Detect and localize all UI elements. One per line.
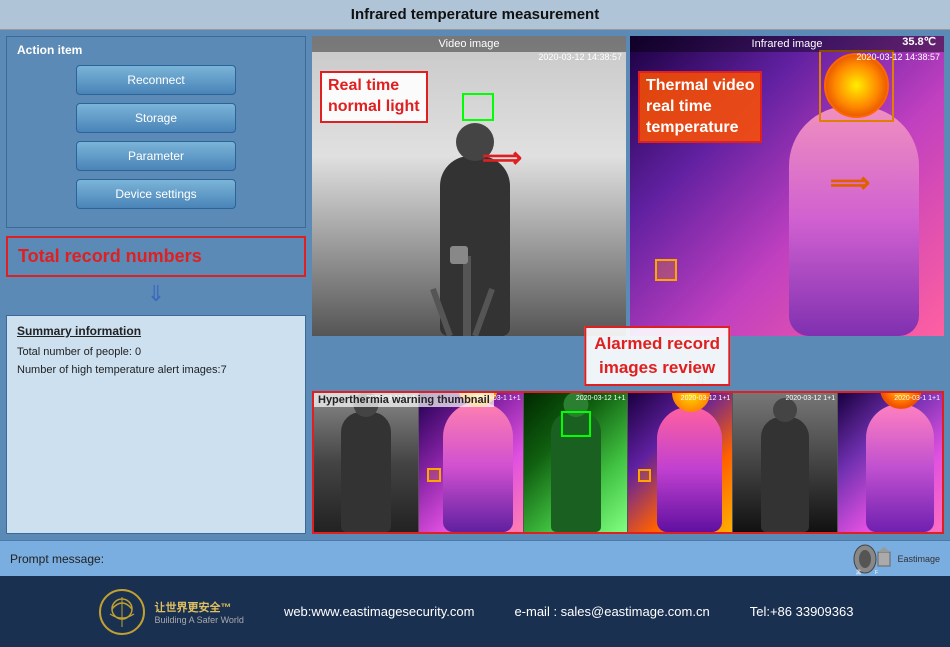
prompt-label: Prompt message:: [10, 552, 104, 566]
logo-area: 黑 F Eastimage: [853, 542, 940, 576]
footer: 让世界更安全™ Building A Safer World web:www.e…: [0, 576, 950, 647]
thumbnail-3[interactable]: 2020-03-12 1+1: [524, 393, 629, 532]
svg-text:F: F: [875, 570, 878, 576]
slogan-line2: Building A Safer World: [155, 615, 244, 625]
summary-box: Summary information Total number of peop…: [6, 315, 306, 534]
thumbnail-section-label: Hyperthermia warning thumbnail: [314, 393, 494, 407]
alarmed-annotation-wrapper: Alarmed recordimages review: [584, 326, 730, 386]
reconnect-button[interactable]: Reconnect: [76, 65, 236, 95]
alarmed-record-label: Alarmed recordimages review: [584, 326, 730, 386]
thermal-time-label: Thermal videoreal timetemperature: [638, 71, 762, 143]
device-settings-button[interactable]: Device settings: [76, 179, 236, 209]
video-timestamp-right: 2020-03-12 14:38:57: [856, 52, 940, 62]
thumbnail-6[interactable]: 2020-03-1 1+1: [838, 393, 942, 532]
thumbnail-5[interactable]: 2020-03-12 1+1: [733, 393, 838, 532]
camera-head: [450, 246, 468, 264]
middle-section: Alarmed recordimages review ⇓: [312, 336, 944, 391]
total-record-box: Total record numbers: [6, 236, 306, 277]
storage-button[interactable]: Storage: [76, 103, 236, 133]
orange-indicator: [655, 259, 677, 281]
temp-value: 35.8℃: [902, 36, 936, 48]
video-right-section: Infrared image 2020-03-12 14:38:57 35.8℃: [630, 36, 944, 336]
svg-text:黑: 黑: [856, 570, 861, 576]
action-item-title: Action item: [17, 43, 295, 57]
video-image-label: Video image: [439, 38, 500, 50]
thumb-ts-6: 2020-03-1 1+1: [894, 395, 940, 402]
face-detection-box: [462, 93, 494, 121]
video-row: Video image 2020-03-12 14:38:57: [312, 36, 944, 336]
eastimage-logo-icon: 黑 F: [853, 542, 893, 576]
real-time-label: Real timenormal light: [320, 71, 428, 123]
eastimage-logo-text: Eastimage: [897, 554, 940, 564]
total-record-arrow: ⇓: [6, 281, 306, 307]
slogan-line1: 让世界更安全™: [155, 599, 244, 615]
thumb-ts-4: 2020-03-12 1+1: [681, 395, 731, 402]
app-title: Infrared temperature measurement: [351, 6, 599, 23]
total-record-label: Total record numbers: [18, 246, 294, 267]
footer-logo: 让世界更安全™ Building A Safer World: [97, 587, 244, 637]
real-time-arrow: ⟹: [482, 141, 522, 174]
action-item-box: Action item Reconnect Storage Parameter …: [6, 36, 306, 228]
title-bar: Infrared temperature measurement: [0, 0, 950, 30]
thumbnail-2[interactable]: 2020-03-1 1+1: [419, 393, 524, 532]
thermal-body: [789, 106, 919, 336]
thumbnail-1[interactable]: 2020-03-12 1+1: [314, 393, 419, 532]
thumbnail-4[interactable]: 2020-03-12 1+1: [628, 393, 733, 532]
video-left-section: Video image 2020-03-12 14:38:57: [312, 36, 626, 336]
footer-email: e-mail : sales@eastimage.com.cn: [514, 604, 709, 619]
summary-alert-images: Number of high temperature alert images:…: [17, 364, 295, 376]
left-panel: Action item Reconnect Storage Parameter …: [6, 36, 306, 534]
thumbnail-row: Hyperthermia warning thumbnail 2020-03-1…: [312, 391, 944, 534]
summary-people: Total number of people: 0: [17, 346, 295, 358]
tripod-leg1: [463, 256, 471, 336]
summary-title: Summary information: [17, 324, 295, 338]
footer-web: web:www.eastimagesecurity.com: [284, 604, 475, 619]
prompt-bar: Prompt message: 黑 F Eastimage: [0, 540, 950, 576]
footer-tel: Tel:+86 33909363: [750, 604, 854, 619]
parameter-button[interactable]: Parameter: [76, 141, 236, 171]
infrared-image-label: Infrared image: [752, 38, 823, 50]
thumb-ts-3: 2020-03-12 1+1: [576, 395, 626, 402]
thermal-arrow: ⟹: [830, 166, 870, 199]
thumb-ts-5: 2020-03-12 1+1: [786, 395, 836, 402]
video-timestamp-left: 2020-03-12 14:38:57: [538, 52, 622, 62]
company-logo-icon: [97, 587, 147, 637]
right-panel: Video image 2020-03-12 14:38:57: [312, 36, 944, 534]
